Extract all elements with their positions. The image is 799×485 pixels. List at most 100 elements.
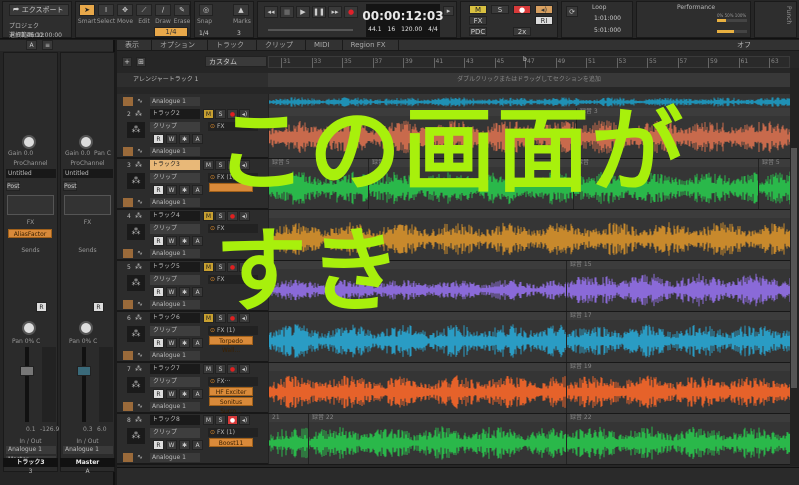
tool-erase-button[interactable]: ✎ [174, 4, 190, 16]
track-lane[interactable]: 録音 19 [268, 363, 790, 414]
audio-clip[interactable]: 録音 5 [268, 159, 369, 209]
audio-clip[interactable]: 録音 3 [576, 108, 790, 158]
pdc-button[interactable]: PDC [469, 27, 487, 36]
read-automation-button[interactable]: R [153, 185, 164, 195]
fx-plugin[interactable]: Torpedo Wall... [209, 336, 253, 354]
snap-button[interactable]: ◎ [199, 4, 213, 16]
track-header[interactable]: 8 ⁂ トラック8 M S ● ◂) ⁂ クリップ R W ✱ A ⊙ FX (… [117, 414, 268, 465]
envelope-icon[interactable]: ∿ [137, 147, 143, 155]
automation-lanes-button[interactable]: ✱ [179, 389, 190, 399]
record-arm-button[interactable]: ● [227, 415, 238, 425]
archive-button[interactable]: A [192, 389, 203, 399]
edit-filter-dropdown[interactable]: クリップ [150, 122, 200, 132]
solo-button[interactable]: S [215, 262, 226, 272]
read-automation-button[interactable]: R [153, 236, 164, 246]
input-dropdown[interactable]: Analogue 1 [150, 147, 200, 156]
gain-knob[interactable] [79, 135, 93, 149]
read-button[interactable]: R [93, 302, 104, 312]
record-arm-button[interactable]: ● [227, 109, 238, 119]
input-echo-button[interactable]: ◂) [239, 211, 250, 221]
metronome-button[interactable]: ▸ [443, 6, 454, 16]
track-name[interactable]: トラック5 [150, 262, 200, 272]
solo-button[interactable]: S [215, 160, 226, 170]
menu-5[interactable]: Region FX [343, 40, 399, 50]
solo-button[interactable]: S [215, 415, 226, 425]
mute-button[interactable]: M [203, 313, 214, 323]
snap-value-button[interactable]: 1/4 [154, 27, 188, 37]
write-automation-button[interactable]: W [166, 338, 177, 348]
tool-draw-button[interactable]: ∕ [155, 4, 171, 16]
track-lane[interactable] [268, 210, 790, 261]
track-header[interactable]: 7 ⁂ トラック7 M S ● ◂) ⁂ クリップ R W ✱ A ⊙ FX··… [117, 363, 268, 415]
archive-button[interactable]: A [192, 236, 203, 246]
read-automation-button[interactable]: R [153, 338, 164, 348]
audio-clip[interactable]: 録音 5 [758, 159, 790, 209]
track-lane[interactable]: 21 録音 22 録音 22 [268, 414, 790, 465]
automation-lanes-button[interactable]: ✱ [179, 134, 190, 144]
solo-button[interactable]: S [215, 109, 226, 119]
envelope-icon[interactable]: ∿ [137, 97, 143, 105]
read-automation-button[interactable]: R [153, 287, 164, 297]
console-view-a-button[interactable]: A [26, 40, 37, 50]
fx-power-icon[interactable]: ⊙ [210, 174, 215, 181]
read-automation-button[interactable]: R [153, 389, 164, 399]
meter[interactable]: 4/4 [428, 26, 438, 33]
loop-start[interactable]: 1:01:000 [594, 15, 621, 22]
write-automation-button[interactable]: W [166, 185, 177, 195]
fx-power-icon[interactable]: ⊙ [210, 123, 215, 130]
envelope-icon[interactable]: ∿ [137, 249, 143, 257]
track-name[interactable]: トラック8 [150, 415, 200, 425]
fx-plugin[interactable]: Boost11 [209, 438, 253, 447]
loop-toggle-icon[interactable]: ⟳ [566, 6, 578, 17]
eq-graph[interactable] [7, 195, 54, 215]
track-name[interactable]: トラック6 [150, 313, 200, 323]
fx-plugin[interactable]: Sonitus Surro... [209, 397, 253, 415]
edit-filter-dropdown[interactable]: クリップ [150, 224, 200, 234]
mute-all-button[interactable]: M [469, 5, 487, 14]
automation-lanes-button[interactable]: ✱ [179, 338, 190, 348]
record-arm-button[interactable]: ● [227, 313, 238, 323]
input-dropdown[interactable]: Analogue 1 [150, 97, 200, 106]
track-name[interactable]: トラック7 [150, 364, 200, 374]
edit-filter-dropdown[interactable]: クリップ [150, 275, 200, 285]
mute-button[interactable]: M [203, 262, 214, 272]
tempo[interactable]: 120.00 [401, 26, 422, 33]
record-arm-all-button[interactable]: ● [513, 5, 531, 14]
fx-power-icon[interactable]: ⊙ [210, 378, 215, 385]
eq-graph[interactable] [64, 195, 111, 215]
audio-clip[interactable]: 録音 [573, 159, 759, 209]
menu-2[interactable]: トラック [208, 40, 257, 50]
menu-3[interactable]: クリップ [257, 40, 306, 50]
gain-knob[interactable] [22, 135, 36, 149]
pause-button[interactable]: ❚❚ [312, 6, 326, 18]
track-header[interactable]: 5 ⁂ トラック5 M S ● ◂) ⁂ クリップ R W ✱ A ⊙ FX ∿… [117, 261, 268, 312]
edit-filter-dropdown[interactable]: クリップ [150, 326, 200, 336]
audio-clip[interactable] [268, 312, 567, 362]
track-lane[interactable]: 録音 17 [268, 312, 790, 363]
audio-clip[interactable] [268, 363, 567, 413]
audio-clip[interactable]: 録音 22 [566, 414, 790, 464]
archive-button[interactable]: A [192, 440, 203, 450]
timeline-ruler[interactable]: 31 33 35 37 39 41 43 45 47 49 51 53 55 57 59 61 63 b [268, 56, 790, 68]
fx-power-icon[interactable]: ⊙ [210, 429, 215, 436]
strip-name[interactable]: トラック3 [3, 458, 58, 467]
arranger-hint[interactable]: ダブルクリックまたはドラッグしてセクションを追加 [268, 73, 790, 87]
write-automation-button[interactable]: W [166, 440, 177, 450]
solo-button[interactable]: S [215, 211, 226, 221]
edit-filter-dropdown[interactable]: クリップ [150, 428, 200, 438]
fx-plugin[interactable] [209, 183, 253, 192]
volume-fader[interactable] [20, 366, 34, 376]
record-arm-button[interactable]: ● [227, 211, 238, 221]
solo-all-button[interactable]: S [491, 5, 509, 14]
track-header[interactable]: 6 ⁂ トラック6 M S ● ◂) ⁂ クリップ R W ✱ A ⊙ FX (… [117, 312, 268, 363]
input-echo-button[interactable]: ◂) [239, 262, 250, 272]
mute-button[interactable]: M [203, 415, 214, 425]
vertical-scrollbar[interactable] [790, 68, 799, 466]
audio-clip[interactable] [268, 261, 567, 311]
fx-power-icon[interactable]: ⊙ [210, 276, 215, 283]
stop-button[interactable]: ■ [280, 6, 294, 18]
fx-plugin[interactable]: AliasFactor [8, 229, 52, 238]
edit-filter-dropdown[interactable]: クリップ [150, 173, 200, 183]
archive-button[interactable]: A [192, 134, 203, 144]
archive-button[interactable]: A [192, 338, 203, 348]
